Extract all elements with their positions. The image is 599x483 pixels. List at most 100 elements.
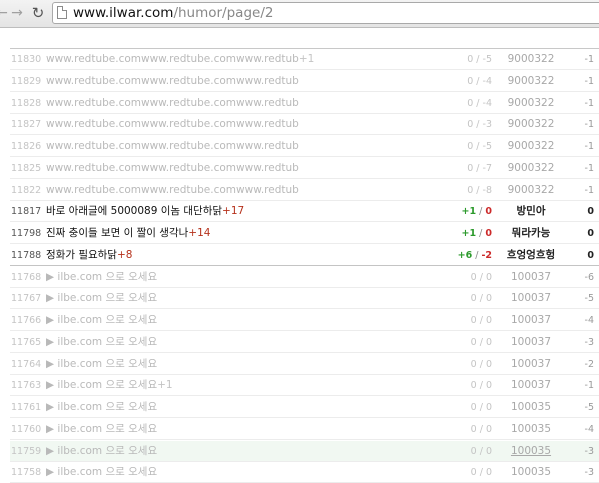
post-number: 11760 <box>11 423 42 435</box>
post-title-link[interactable]: www.redtube.comwww.redtube.comwww.redtub <box>46 71 446 92</box>
post-row[interactable]: 11759 ▶ ilbe.com 으로 오세요 0 / 0 100035 -3 <box>10 440 599 462</box>
url-text[interactable]: www.ilwar.com/humor/page/2 <box>73 5 273 21</box>
post-row[interactable]: 11758 ▶ ilbe.com 으로 오세요 0 / 0 100035 -3 <box>10 462 599 483</box>
post-title-text[interactable]: ▶ ilbe.com 으로 오세요 <box>46 336 157 348</box>
post-title-link[interactable]: www.redtube.comwww.redtube.comwww.redtub <box>46 114 446 135</box>
post-row[interactable]: 11822 www.redtube.comwww.redtube.comwww.r… <box>10 180 599 201</box>
author-name[interactable]: 9000322 <box>490 180 572 201</box>
post-row[interactable]: 11798 진짜 충이들 보면 이 짤이 생각나+14 +1 / 0 뭐라카능 0 <box>10 223 599 244</box>
post-title-text[interactable]: 바로 아래글에 5000089 이놈 대단하닭 <box>46 205 222 217</box>
post-title-text[interactable]: www.redtube.comwww.redtube.comwww.redtub <box>46 75 299 87</box>
post-row[interactable]: 11763 ▶ ilbe.com 으로 오세요+1 0 / 0 100037 -1 <box>10 375 599 397</box>
post-title-link[interactable]: www.redtube.comwww.redtube.comwww.redtub <box>46 180 446 201</box>
post-title-text[interactable]: 정화가 필요하닭 <box>46 249 117 261</box>
post-title-text[interactable]: www.redtube.comwww.redtube.comwww.redtub <box>46 118 299 130</box>
post-row[interactable]: 11761 ▶ ilbe.com 으로 오세요 0 / 0 100035 -5 <box>10 397 599 418</box>
author-name[interactable]: 100037 <box>490 332 572 353</box>
post-title-link[interactable]: ▶ ilbe.com 으로 오세요 <box>46 419 446 440</box>
author-name[interactable]: 9000322 <box>490 158 572 179</box>
post-title-text[interactable]: ▶ ilbe.com 으로 오세요 <box>46 358 157 370</box>
vote-counts: 0 / -5 <box>440 49 492 70</box>
post-number: 11759 <box>11 445 42 457</box>
post-row[interactable]: 11828 www.redtube.comwww.redtube.comwww.r… <box>10 93 599 114</box>
post-row[interactable]: 11817 바로 아래글에 5000089 이놈 대단하닭+17 +1 / 0 방민아… <box>10 201 599 223</box>
vote-separator: / <box>476 228 486 239</box>
vote-counts: 0 / -8 <box>440 180 492 201</box>
post-row[interactable]: 11767 ▶ ilbe.com 으로 오세요 0 / 0 100037 -5 <box>10 288 599 310</box>
author-name[interactable]: 100037 <box>490 375 572 396</box>
post-title-text[interactable]: ▶ ilbe.com 으로 오세요 <box>46 466 157 478</box>
post-title-text[interactable]: www.redtube.comwww.redtube.comwww.redtub <box>46 184 299 196</box>
vote-counts: +1 / 0 <box>440 201 492 222</box>
author-name[interactable]: 9000322 <box>490 114 572 135</box>
post-title-text[interactable]: www.redtube.comwww.redtube.comwww.redtub <box>46 53 299 65</box>
post-number: 11767 <box>11 293 42 305</box>
post-row[interactable]: 11825 www.redtube.comwww.redtube.comwww.r… <box>10 158 599 179</box>
post-title-link[interactable]: 정화가 필요하닭+8 <box>46 245 446 266</box>
author-name[interactable]: 100037 <box>490 267 572 288</box>
post-score: -1 <box>584 141 594 152</box>
post-title-link[interactable]: ▶ ilbe.com 으로 오세요 <box>46 462 446 483</box>
post-score: -3 <box>584 336 594 348</box>
author-name[interactable]: 100037 <box>490 288 572 309</box>
reload-icon[interactable]: ↻ <box>30 5 46 21</box>
post-title-text[interactable]: ▶ ilbe.com 으로 오세요 <box>46 271 157 283</box>
author-name[interactable]: 9000322 <box>490 93 572 114</box>
address-bar[interactable]: www.ilwar.com/humor/page/2 <box>52 2 599 24</box>
vote-counts: 0 / 0 <box>440 397 492 418</box>
post-row[interactable]: 11826 www.redtube.comwww.redtube.comwww.r… <box>10 136 599 157</box>
post-title-text[interactable]: www.redtube.comwww.redtube.comwww.redtub <box>46 97 299 109</box>
post-title-link[interactable]: 바로 아래글에 5000089 이놈 대단하닭+17 <box>46 201 446 222</box>
vote-separator: / <box>473 54 483 65</box>
vote-separator: / <box>476 293 486 305</box>
author-name[interactable]: 100035 <box>490 441 572 462</box>
author-name[interactable]: 9000322 <box>490 49 572 70</box>
author-name[interactable]: 100037 <box>490 310 572 331</box>
post-row[interactable]: 11768 ▶ ilbe.com 으로 오세요 0 / 0 100037 -6 <box>10 267 599 288</box>
post-score: -3 <box>584 467 594 479</box>
post-row[interactable]: 11788 정화가 필요하닭+8 +6 / -2 흐엉엉흐헝 0 <box>10 245 599 266</box>
post-title-link[interactable]: www.redtube.comwww.redtube.comwww.redtub <box>46 158 446 179</box>
post-row[interactable]: 11827 www.redtube.comwww.redtube.comwww.r… <box>10 114 599 136</box>
post-row[interactable]: 11765 ▶ ilbe.com 으로 오세요 0 / 0 100037 -3 <box>10 332 599 353</box>
post-title-text[interactable]: ▶ ilbe.com 으로 오세요 <box>46 379 157 391</box>
post-title-link[interactable]: ▶ ilbe.com 으로 오세요 <box>46 354 446 375</box>
vote-separator: / <box>476 358 486 370</box>
author-name[interactable]: 100035 <box>490 462 572 483</box>
post-title-link[interactable]: ▶ ilbe.com 으로 오세요 <box>46 310 446 331</box>
post-title-text[interactable]: ▶ ilbe.com 으로 오세요 <box>46 423 157 435</box>
forward-arrow-icon[interactable]: → <box>9 5 25 21</box>
post-title-link[interactable]: 진짜 충이들 보면 이 짤이 생각나+14 <box>46 223 446 244</box>
post-title-link[interactable]: ▶ ilbe.com 으로 오세요 <box>46 288 446 309</box>
post-title-link[interactable]: www.redtube.comwww.redtube.comwww.redtub <box>46 93 446 114</box>
post-title-link[interactable]: www.redtube.comwww.redtube.comwww.redtub… <box>46 49 446 70</box>
post-row[interactable]: 11766 ▶ ilbe.com 으로 오세요 0 / 0 100037 -4 <box>10 310 599 331</box>
author-name[interactable]: 흐엉엉흐헝 <box>490 245 572 266</box>
post-title-text[interactable]: www.redtube.comwww.redtube.comwww.redtub <box>46 140 299 152</box>
author-name[interactable]: 100035 <box>490 397 572 418</box>
post-title-text[interactable]: www.redtube.comwww.redtube.comwww.redtub <box>46 162 299 174</box>
post-number: 11817 <box>11 206 42 218</box>
author-name[interactable]: 100037 <box>490 354 572 375</box>
post-row[interactable]: 11829 www.redtube.comwww.redtube.comwww.r… <box>10 71 599 92</box>
post-title-link[interactable]: ▶ ilbe.com 으로 오세요 <box>46 441 446 462</box>
author-name[interactable]: 100035 <box>490 419 572 440</box>
author-name[interactable]: 방민아 <box>490 201 572 222</box>
post-title-link[interactable]: ▶ ilbe.com 으로 오세요 <box>46 332 446 353</box>
post-title-text[interactable]: ▶ ilbe.com 으로 오세요 <box>46 314 157 326</box>
post-title-link[interactable]: ▶ ilbe.com 으로 오세요 <box>46 397 446 418</box>
post-title-text[interactable]: 진짜 충이들 보면 이 짤이 생각나 <box>46 227 188 239</box>
post-title-link[interactable]: ▶ ilbe.com 으로 오세요 <box>46 267 446 288</box>
post-score: -1 <box>584 119 594 131</box>
post-title-link[interactable]: www.redtube.comwww.redtube.comwww.redtub <box>46 136 446 157</box>
post-row[interactable]: 11764 ▶ ilbe.com 으로 오세요 0 / 0 100037 -2 <box>10 354 599 375</box>
post-title-link[interactable]: ▶ ilbe.com 으로 오세요+1 <box>46 375 446 396</box>
author-name[interactable]: 9000322 <box>490 136 572 157</box>
post-title-text[interactable]: ▶ ilbe.com 으로 오세요 <box>46 292 157 304</box>
post-title-text[interactable]: ▶ ilbe.com 으로 오세요 <box>46 445 157 457</box>
post-row[interactable]: 11830 www.redtube.comwww.redtube.comwww.r… <box>10 49 599 70</box>
author-name[interactable]: 9000322 <box>490 71 572 92</box>
post-row[interactable]: 11760 ▶ ilbe.com 으로 오세요 0 / 0 100035 -4 <box>10 419 599 440</box>
author-name[interactable]: 뭐라카능 <box>490 223 572 244</box>
post-title-text[interactable]: ▶ ilbe.com 으로 오세요 <box>46 401 157 413</box>
